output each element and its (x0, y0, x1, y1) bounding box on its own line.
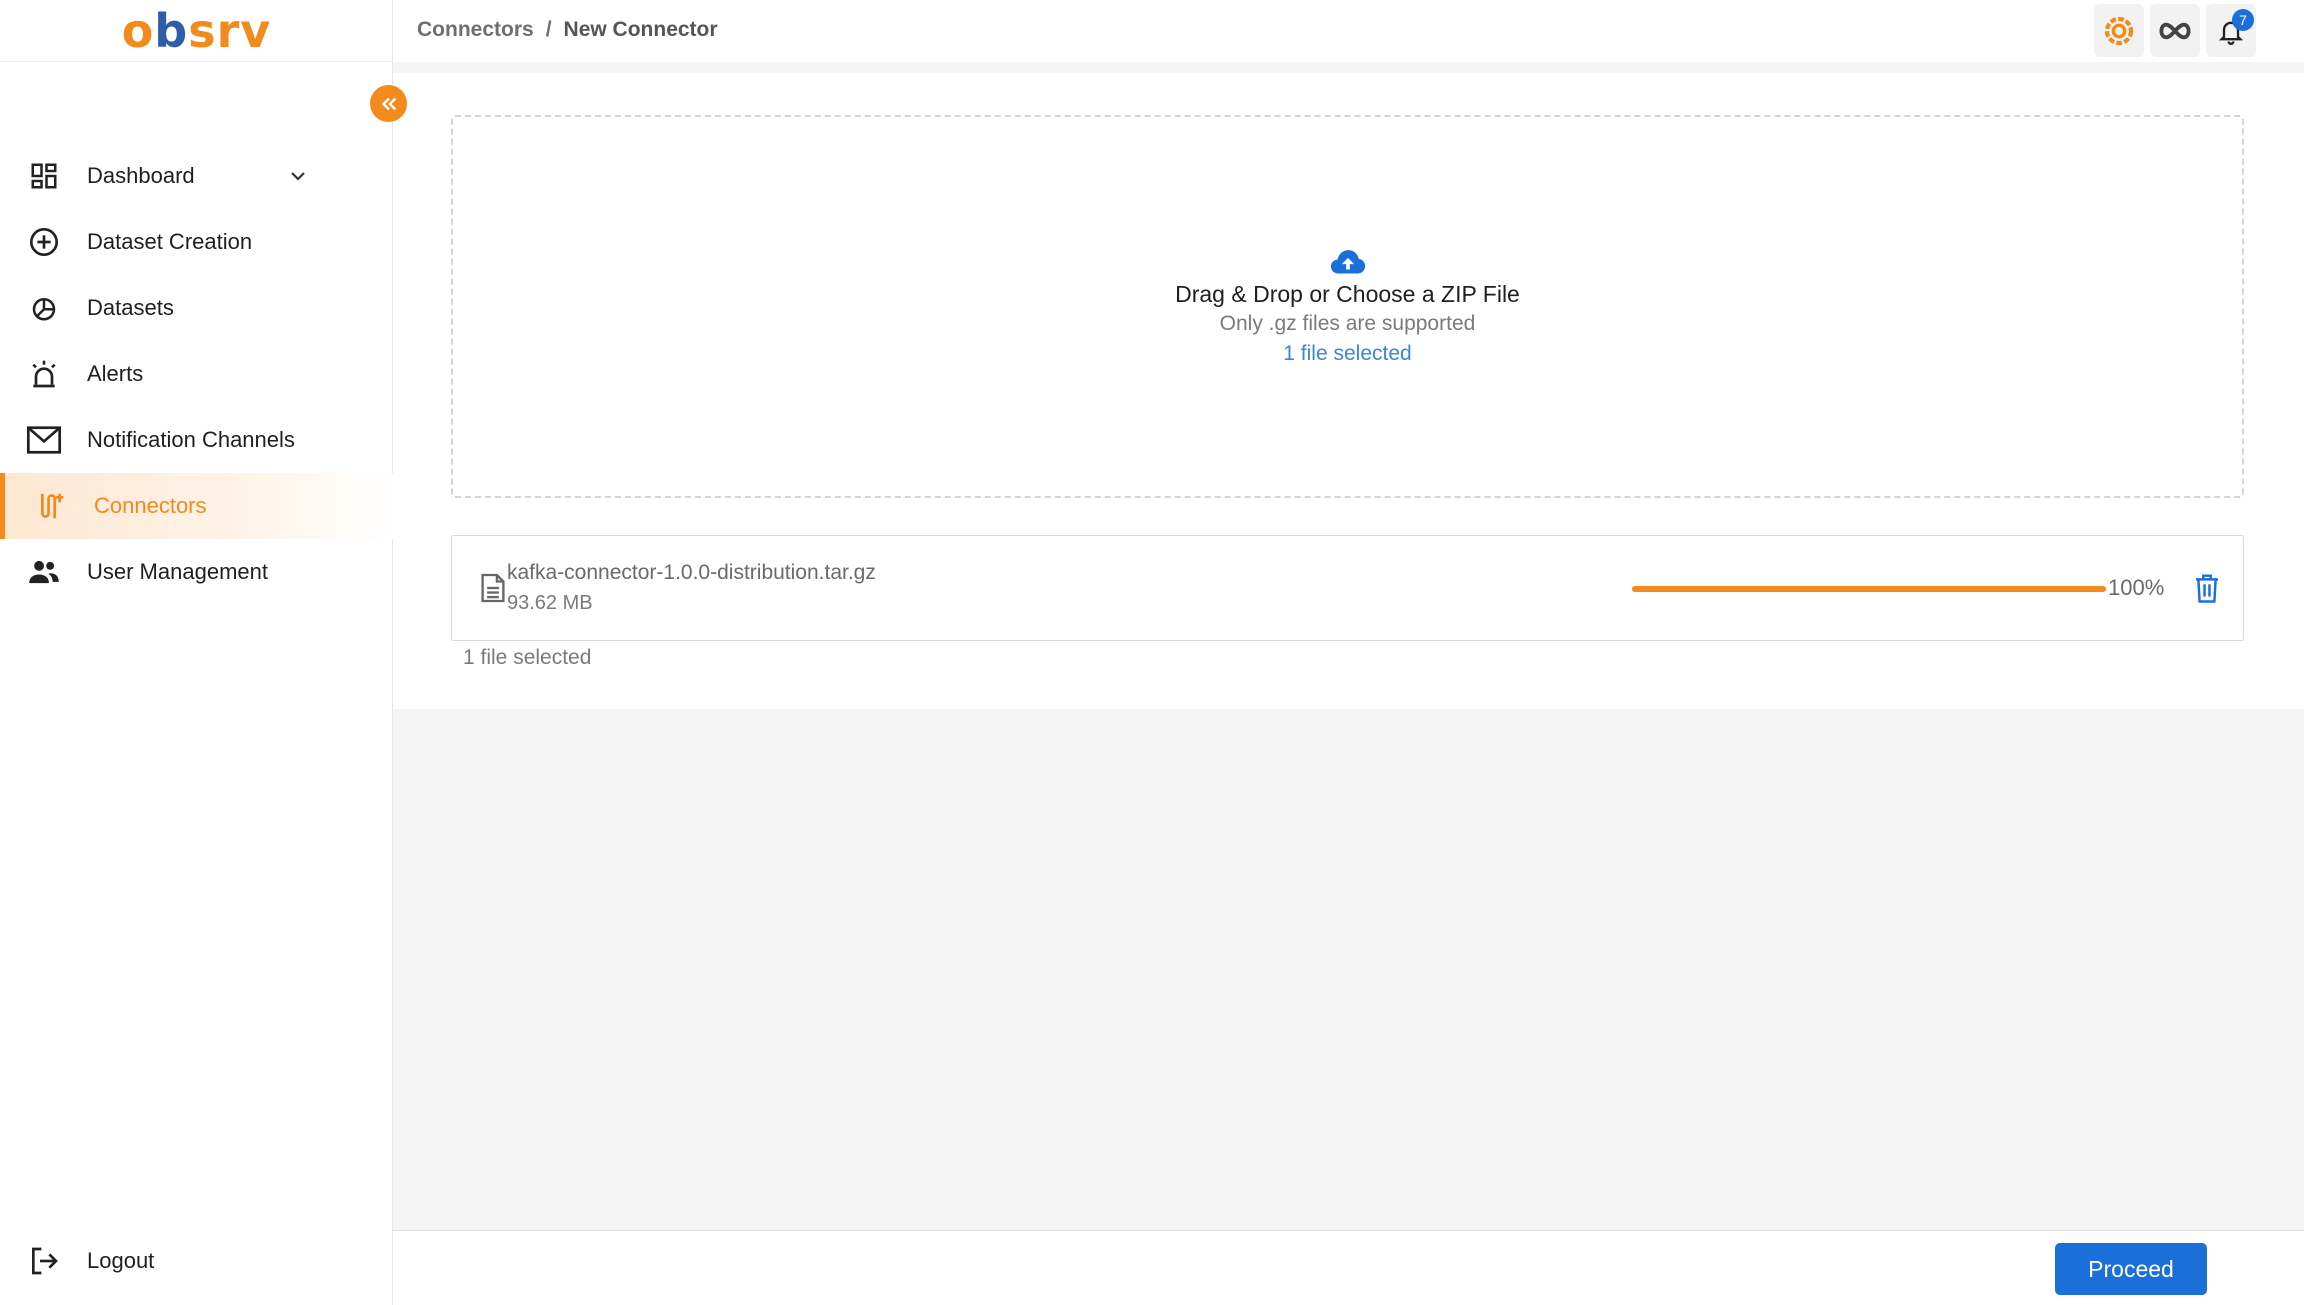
sidebar-item-alerts[interactable]: Alerts (0, 341, 393, 407)
logout-icon (26, 1243, 62, 1279)
plus-circle-icon (26, 224, 62, 260)
sidebar-item-dashboard[interactable]: Dashboard (0, 143, 393, 209)
mail-icon (26, 422, 62, 458)
sidebar-item-label: User Management (87, 559, 268, 584)
notifications-button[interactable]: 7 (2206, 4, 2256, 57)
users-icon (26, 554, 62, 590)
top-header: Connectors / New Connector 7 (393, 0, 2304, 62)
sidebar-item-label: Dashboard (87, 163, 195, 188)
sidebar-item-notification-channels[interactable]: Notification Channels (0, 407, 393, 473)
sidebar-item-label: Dataset Creation (87, 229, 253, 254)
sidebar-item-user-management[interactable]: User Management (0, 539, 393, 605)
file-name: kafka-connector-1.0.0-distribution.tar.g… (507, 561, 876, 584)
sidebar-item-dataset-creation[interactable]: Dataset Creation (0, 209, 393, 275)
sidebar-item-label: Notification Channels (87, 427, 295, 452)
sidebar: obsrv Dashboard Dataset Creation Dataset… (0, 0, 393, 1305)
proceed-button[interactable]: Proceed (2055, 1243, 2207, 1295)
upload-progress-bar (1632, 586, 2106, 592)
connectors-icon (33, 488, 69, 524)
upload-card: Drag & Drop or Choose a ZIP File Only .g… (393, 73, 2304, 709)
dropzone-selected-count: 1 file selected (1283, 342, 1412, 365)
logo-b: b (154, 3, 189, 58)
datasets-icon (26, 290, 62, 326)
upload-progress-fill (1632, 586, 2106, 592)
delete-file-button[interactable] (2192, 572, 2222, 609)
sidebar-item-connectors[interactable]: Connectors (0, 473, 393, 539)
infinity-button[interactable] (2150, 4, 2200, 57)
breadcrumb-connectors[interactable]: Connectors (417, 18, 534, 42)
breadcrumb-separator: / (545, 18, 552, 41)
upload-progress-label: 100% (2108, 575, 2165, 600)
sidebar-item-label: Connectors (94, 493, 207, 518)
notification-badge: 7 (2232, 9, 2254, 31)
breadcrumb-current: New Connector (563, 18, 718, 41)
grafana-button[interactable] (2094, 4, 2144, 57)
breadcrumb: Connectors / New Connector (417, 18, 718, 42)
sidebar-item-label: Alerts (87, 361, 144, 386)
logout-button[interactable]: Logout (0, 1228, 393, 1294)
selected-files-count: 1 file selected (463, 646, 592, 669)
grafana-icon (2104, 16, 2134, 45)
footer-bar: Proceed (393, 1230, 2304, 1305)
dropzone-title: Drag & Drop or Choose a ZIP File (1175, 281, 1520, 307)
sidebar-item-label: Datasets (87, 295, 174, 320)
trash-icon (2195, 574, 2219, 603)
siren-icon (26, 356, 62, 392)
uploaded-file-row: kafka-connector-1.0.0-distribution.tar.g… (451, 535, 2244, 641)
sidebar-nav: Dashboard Dataset Creation Datasets Aler… (0, 143, 393, 605)
header-actions: 7 (2094, 4, 2256, 57)
cloud-upload-icon (1330, 250, 1365, 274)
logo-srv: srv (188, 3, 272, 58)
logout-label: Logout (87, 1248, 155, 1273)
dropzone-subtitle: Only .gz files are supported (1219, 312, 1476, 335)
logo-o: o (121, 3, 155, 58)
file-size: 93.62 MB (507, 592, 593, 614)
collapse-sidebar-button[interactable] (370, 85, 407, 122)
app-logo[interactable]: obsrv (0, 0, 393, 62)
chevron-down-icon[interactable] (286, 164, 310, 193)
file-document-icon (480, 572, 506, 609)
double-chevron-left-icon (381, 97, 396, 110)
sidebar-item-datasets[interactable]: Datasets (0, 275, 393, 341)
file-dropzone[interactable]: Drag & Drop or Choose a ZIP File Only .g… (451, 115, 2244, 498)
dashboard-icon (26, 158, 62, 194)
infinity-icon (2159, 22, 2191, 39)
